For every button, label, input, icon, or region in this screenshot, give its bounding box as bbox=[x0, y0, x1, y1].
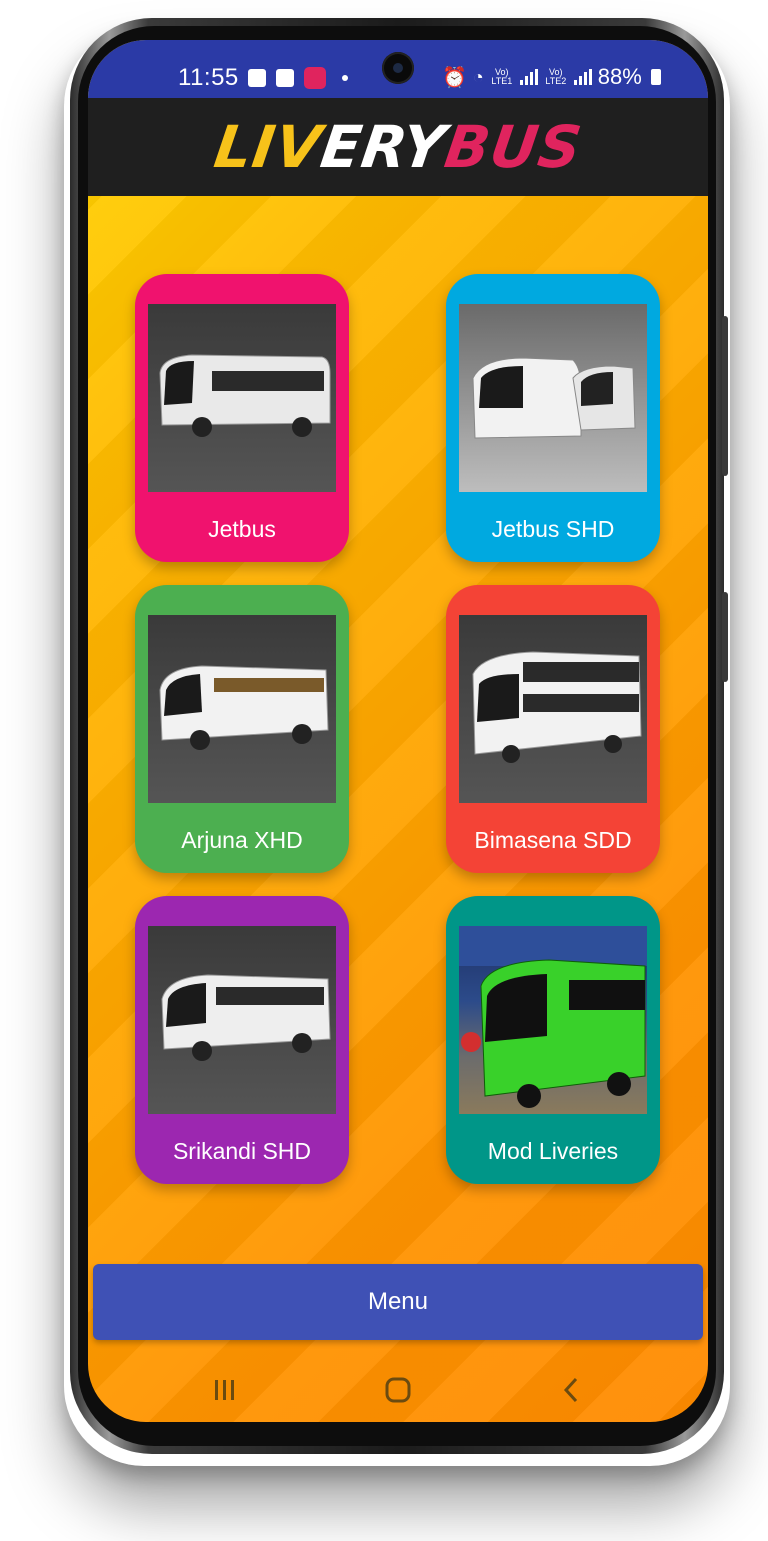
wifi-icon: ◔ bbox=[472, 66, 484, 87]
card-bimasena-sdd[interactable]: Bimasena SDD bbox=[446, 585, 660, 873]
card-label: Srikandi SHD bbox=[172, 1138, 312, 1164]
status-bar: 11:55 ⏰ ◔ Vo) LTE1 Vo) LTE2 88% bbox=[88, 40, 708, 98]
bus-icon bbox=[159, 354, 331, 437]
back-icon[interactable] bbox=[541, 1368, 601, 1412]
signal-2-icon bbox=[573, 69, 592, 85]
bus-icon bbox=[472, 651, 642, 763]
livery-bus-logo: LIVERYBUS bbox=[209, 113, 587, 181]
card-jetbus-shd[interactable]: Jetbus SHD bbox=[446, 274, 660, 562]
bus-srikandi-shd-image bbox=[148, 926, 336, 1114]
app-screen: 11:55 ⏰ ◔ Vo) LTE1 Vo) LTE2 88% LIVERYBU… bbox=[88, 40, 708, 1422]
battery-icon bbox=[650, 69, 661, 85]
recents-icon[interactable] bbox=[195, 1368, 255, 1412]
power-button bbox=[722, 592, 728, 682]
card-label: Bimasena SDD bbox=[474, 827, 632, 853]
sim1-label: Vo) LTE1 bbox=[491, 67, 513, 86]
gallery-icon bbox=[248, 69, 266, 87]
card-srikandi-shd[interactable]: Srikandi SHD bbox=[135, 896, 349, 1184]
card-label: Arjuna XHD bbox=[181, 827, 303, 853]
bus-mod-liveries-image bbox=[459, 926, 647, 1114]
card-label: Jetbus SHD bbox=[491, 516, 615, 542]
bus-icon bbox=[161, 974, 331, 1061]
notification-icons bbox=[248, 67, 348, 89]
bus-icon bbox=[472, 357, 636, 439]
app-header: LIVERYBUS bbox=[88, 98, 708, 196]
app-notification-icon bbox=[304, 67, 326, 89]
menu-button[interactable]: Menu bbox=[93, 1264, 703, 1340]
card-mod-liveries[interactable]: Mod Liveries bbox=[446, 896, 660, 1184]
bus-icon bbox=[459, 926, 647, 1108]
alarm-icon: ⏰ bbox=[442, 66, 467, 89]
bus-arjuna-xhd-image bbox=[148, 615, 336, 803]
card-jetbus[interactable]: Jetbus bbox=[135, 274, 349, 562]
bus-jetbus-image bbox=[148, 304, 336, 492]
signal-1-icon bbox=[519, 69, 538, 85]
card-label: Jetbus bbox=[208, 516, 276, 542]
volume-button bbox=[722, 316, 728, 476]
system-icons: ⏰ ◔ Vo) LTE1 Vo) LTE2 88% bbox=[442, 64, 661, 90]
bus-bimasena-sdd-image bbox=[459, 615, 647, 803]
front-camera bbox=[382, 52, 414, 84]
home-icon[interactable] bbox=[368, 1368, 428, 1412]
card-arjuna-xhd[interactable]: Arjuna XHD bbox=[135, 585, 349, 873]
card-label: Mod Liveries bbox=[487, 1138, 619, 1164]
more-notifications-dot bbox=[342, 75, 348, 81]
status-time: 11:55 bbox=[178, 64, 239, 91]
calendar-icon bbox=[276, 69, 294, 87]
sim2-label: Vo) LTE2 bbox=[545, 67, 567, 86]
bus-jetbus-shd-image bbox=[459, 304, 647, 492]
battery-percent: 88% bbox=[597, 64, 642, 89]
bus-icon bbox=[159, 665, 329, 750]
system-nav-bar bbox=[88, 1358, 708, 1422]
